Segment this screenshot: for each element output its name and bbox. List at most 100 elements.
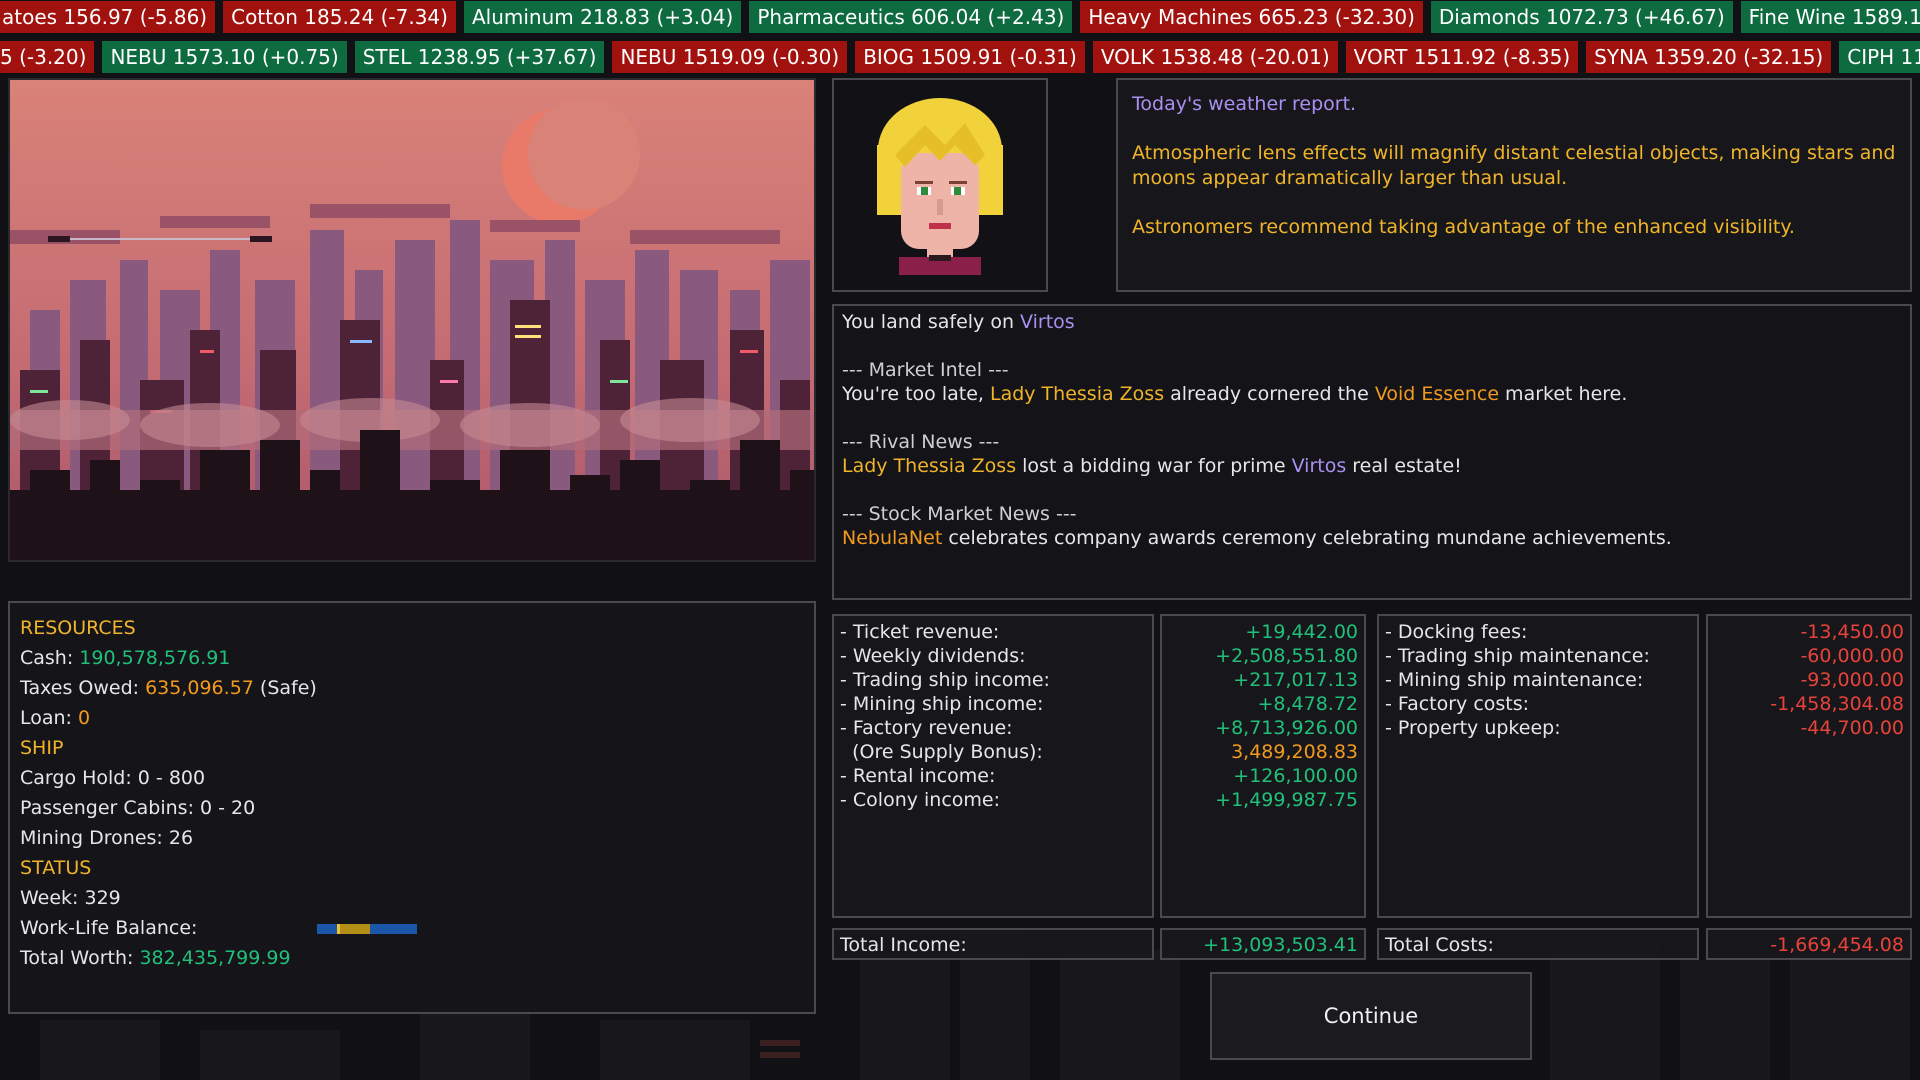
income-line-value: 3,489,208.83 (1231, 741, 1358, 763)
status-header: STATUS (20, 857, 92, 879)
loan-row: Loan: 0 (20, 703, 804, 733)
income-line-label: - Weekly dividends: (840, 645, 1026, 667)
mining-drones: Mining Drones: 26 (20, 827, 194, 849)
income-line-value: +2,508,551.80 (1215, 645, 1358, 667)
landing-message: You land safely on Virtos (842, 310, 1902, 334)
income-line-label: - Trading ship income: (840, 669, 1050, 691)
income-line-value: +8,713,926.00 (1215, 717, 1358, 739)
stock-ticker: 5 (-3.20) NEBU 1573.10 (+0.75) STEL 1238.9… (0, 41, 1920, 73)
portrait-face-illustration (877, 98, 1003, 275)
resources-header: RESOURCES (20, 617, 136, 639)
income-line-value: +217,017.13 (1233, 669, 1358, 691)
planet-scene-image (8, 78, 816, 562)
weather-title: Today's weather report. (1132, 93, 1357, 115)
loan-value: 0 (78, 707, 91, 729)
character-portrait (832, 78, 1048, 292)
rival-news-header: --- Rival News --- (842, 431, 1000, 453)
stock-text: celebrates company awards ceremony celeb… (942, 527, 1672, 549)
total-costs-label: Total Costs: (1377, 928, 1699, 960)
total-worth-row: Total Worth: 382,435,799.99 (20, 943, 804, 973)
market-intel-message: You're too late, Lady Thessia Zoss alrea… (842, 382, 1902, 406)
income-labels-column: - Ticket revenue: - Weekly dividends: - Tr… (832, 614, 1154, 918)
cost-line-label: - Property upkeep: (1385, 717, 1561, 739)
income-values-column: +19,442.00 +2,508,551.80 +217,017.13 +8,478… (1160, 614, 1366, 918)
cost-values-column: -13,450.00 -60,000.00 -93,000.00 -1,458,304… (1706, 614, 1912, 918)
market-intel-header: --- Market Intel --- (842, 359, 1009, 381)
loan-label: Loan: (20, 707, 79, 729)
company-name: NebulaNet (842, 527, 943, 549)
ticker-item: Cotton 185.24 (-7.34) (223, 1, 456, 33)
rival-suffix: real estate! (1346, 455, 1462, 477)
ship-header: SHIP (20, 737, 64, 759)
total-income-value: +13,093,503.41 (1160, 928, 1366, 960)
ticker-item: Fine Wine 1589.17 (+1.46) (1740, 1, 1920, 33)
ticker-item: VOLK 1538.48 (-20.01) (1092, 41, 1338, 73)
cost-line-value: -60,000.00 (1800, 645, 1904, 667)
ticker-item: Heavy Machines 665.23 (-32.30) (1080, 1, 1423, 33)
ticker-item: 5 (-3.20) (0, 41, 95, 73)
work-life-balance-bar (317, 923, 418, 934)
commodity-name: Void Essence (1374, 383, 1500, 405)
cost-line-value: -93,000.00 (1800, 669, 1904, 691)
cost-line-label: - Factory costs: (1385, 693, 1530, 715)
cost-labels-column: - Docking fees: - Trading ship maintenanc… (1377, 614, 1699, 918)
cash-label: Cash: (20, 647, 80, 669)
planet-name: Virtos (1020, 311, 1075, 333)
weather-report-panel: Today's weather report. Atmospheric lens… (1116, 78, 1912, 292)
cost-line-value: -44,700.00 (1800, 717, 1904, 739)
stock-news-header: --- Stock Market News --- (842, 503, 1077, 525)
ticker-item: Pharmaceutics 606.04 (+2.43) (749, 1, 1073, 33)
ticker-item: CIPH 1195.02 (+36.84) (1839, 41, 1920, 73)
passenger-cabins: Passenger Cabins: 0 - 20 (20, 797, 256, 819)
cash-value: 190,578,576.91 (79, 647, 231, 669)
ticker-item: NEBU 1573.10 (+0.75) (102, 41, 347, 73)
ticker-item: NEBU 1519.09 (-0.30) (612, 41, 848, 73)
worth-value: 382,435,799.99 (139, 947, 291, 969)
market-mid: already cornered the (1164, 383, 1375, 405)
cityscape-illustration (10, 80, 814, 560)
rival-news-message: Lady Thessia Zoss lost a bidding war for… (842, 454, 1902, 478)
continue-button[interactable]: Continue (1210, 972, 1532, 1060)
cost-line-value: -1,458,304.08 (1770, 693, 1904, 715)
weather-line-2: Astronomers recommend taking advantage o… (1132, 216, 1795, 238)
income-line-value: +19,442.00 (1245, 621, 1358, 643)
cost-line-label: - Trading ship maintenance: (1385, 645, 1650, 667)
worth-label: Total Worth: (20, 947, 140, 969)
planet-name: Virtos (1291, 455, 1347, 477)
wlb-label: Work-Life Balance: (20, 917, 198, 939)
wlb-marker (337, 923, 341, 934)
ticker-item: SYNA 1359.20 (-32.15) (1586, 41, 1832, 73)
rival-name: Lady Thessia Zoss (842, 455, 1017, 477)
stock-news-message: NebulaNet celebrates company awards cere… (842, 526, 1902, 550)
market-prefix: You're too late, (842, 383, 990, 405)
taxes-row: Taxes Owed: 635,096.57 (Safe) (20, 673, 804, 703)
income-line-value: +126,100.00 (1233, 765, 1358, 787)
ticker-item: Diamonds 1072.73 (+46.67) (1430, 1, 1733, 33)
cost-line-value: -13,450.00 (1800, 621, 1904, 643)
week-counter: Week: 329 (20, 887, 121, 909)
income-line-value: +1,499,987.75 (1215, 789, 1358, 811)
taxes-label: Taxes Owed: (20, 677, 146, 699)
taxes-status: (Safe) (253, 677, 317, 699)
cost-line-label: - Mining ship maintenance: (1385, 669, 1644, 691)
ticker-item: BIOG 1509.91 (-0.31) (855, 41, 1085, 73)
total-income-label: Total Income: (832, 928, 1154, 960)
cost-line-label: - Docking fees: (1385, 621, 1528, 643)
cargo-hold: Cargo Hold: 0 - 800 (20, 767, 206, 789)
income-line-label: - Rental income: (840, 765, 996, 787)
income-line-label: - Colony income: (840, 789, 1001, 811)
rival-name: Lady Thessia Zoss (989, 383, 1165, 405)
weather-line-1: Atmospheric lens effects will magnify di… (1132, 142, 1896, 189)
ticker-item: Aluminum 218.83 (+3.04) (463, 1, 742, 33)
player-stats-panel: RESOURCES Cash: 190,578,576.91 Taxes Owe… (8, 601, 816, 1014)
rival-mid: lost a bidding war for prime (1016, 455, 1292, 477)
work-life-balance-row: Work-Life Balance: (20, 913, 804, 943)
landing-text: You land safely on (842, 311, 1021, 333)
news-log-panel: You land safely on Virtos --- Market Int… (832, 304, 1912, 600)
income-line-label: - Ticket revenue: (840, 621, 1000, 643)
income-line-label: - Mining ship income: (840, 693, 1044, 715)
total-costs-value: -1,669,454.08 (1706, 928, 1912, 960)
cash-row: Cash: 190,578,576.91 (20, 643, 804, 673)
ticker-item: atoes 156.97 (-5.86) (0, 1, 216, 33)
taxes-value: 635,096.57 (145, 677, 254, 699)
